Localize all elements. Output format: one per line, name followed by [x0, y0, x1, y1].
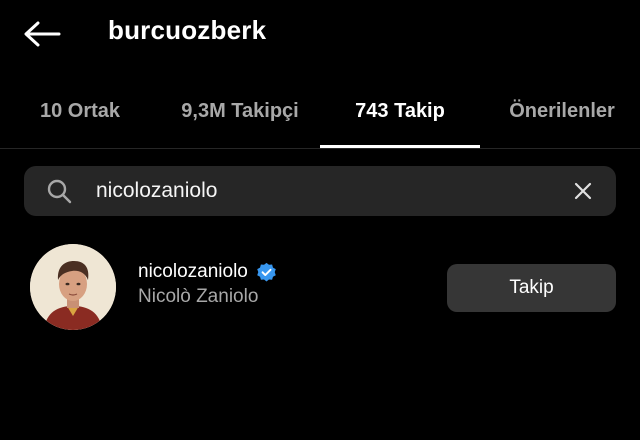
close-icon[interactable] [570, 178, 596, 204]
tab-divider [0, 148, 640, 149]
profile-photo-icon [30, 244, 116, 330]
search-input[interactable] [96, 175, 556, 207]
verified-badge-icon [257, 262, 276, 282]
search-bar[interactable] [24, 166, 616, 216]
tab-following[interactable]: 743 Takip [320, 86, 480, 148]
tab-suggested[interactable]: Önerilenler [492, 86, 632, 148]
back-button[interactable] [22, 16, 62, 52]
screen: burcuozberk 10 Ortak 9,3M Takipçi 743 Ta… [0, 0, 640, 440]
profile-username: burcuozberk [108, 15, 267, 45]
result-full-name: Nicolò Zaniolo [138, 286, 259, 307]
result-username[interactable]: nicolozaniolo [138, 261, 248, 283]
tab-bar: 10 Ortak 9,3M Takipçi 743 Takip Önerilen… [0, 86, 640, 148]
header: burcuozberk [0, 0, 640, 70]
follow-button[interactable]: Takip [447, 264, 616, 312]
back-arrow-icon [24, 21, 61, 47]
avatar[interactable] [30, 244, 116, 330]
tab-mutual[interactable]: 10 Ortak [20, 86, 140, 148]
tab-followers[interactable]: 9,3M Takipçi [160, 86, 320, 148]
search-icon [47, 179, 72, 204]
search-result-row[interactable]: nicolozaniolo Nicolò Zaniolo Takip [0, 236, 640, 336]
